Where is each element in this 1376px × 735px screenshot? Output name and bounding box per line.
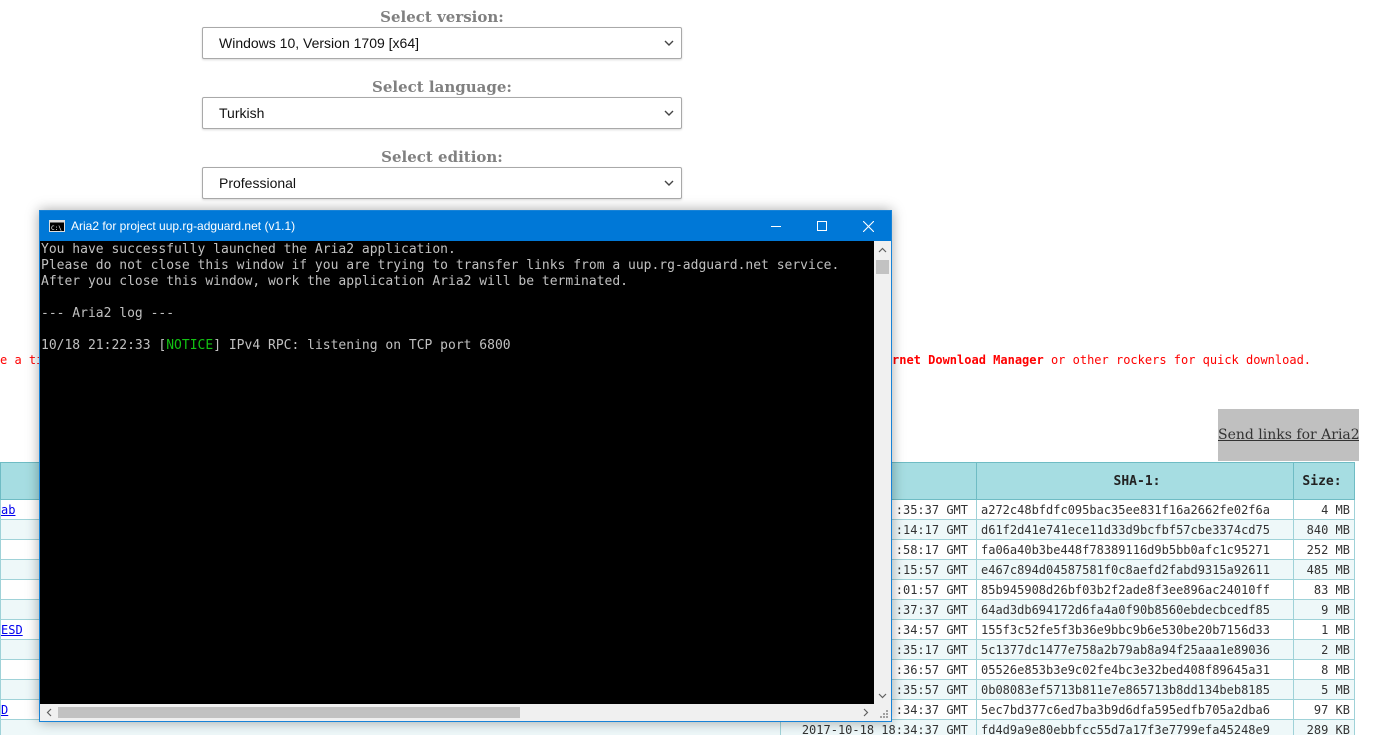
edition-select-value: Professional (219, 175, 297, 191)
size-cell: 8 MB (1293, 659, 1355, 680)
console-titlebar[interactable]: C:\ Aria2 for project uup.rg-adguard.net… (40, 211, 891, 241)
header-sha1: SHA-1: (976, 462, 1294, 500)
warning-text: rnet Download Manager or other rockers f… (892, 353, 1311, 367)
aria2-console-window: C:\ Aria2 for project uup.rg-adguard.net… (39, 210, 892, 722)
sha1-cell: 64ad3db694172d6fa4a0f90b8560ebdecbcedf85 (976, 599, 1294, 620)
chevron-up-icon (878, 247, 887, 252)
close-button[interactable] (845, 211, 891, 241)
scroll-left-button[interactable] (40, 704, 57, 721)
file-link[interactable]: ab (2, 503, 16, 517)
chevron-down-icon (664, 40, 674, 46)
edition-label: Select edition: (381, 148, 503, 166)
scroll-down-button[interactable] (874, 687, 891, 704)
size-cell: 1 MB (1293, 619, 1355, 640)
sha1-cell: fa06a40b3be448f78389116d9b5bb0afc1c95271 (976, 539, 1294, 560)
file-link[interactable]: ESD (2, 623, 23, 637)
sha1-cell: 0b08083ef5713b811e7e865713b8dd134beb8185 (976, 679, 1294, 700)
size-cell: 2 MB (1293, 639, 1355, 660)
svg-text:C:\: C:\ (51, 225, 62, 232)
console-line: Please do not close this window if you a… (41, 258, 840, 273)
log-level: NOTICE (166, 338, 214, 353)
chevron-down-icon (664, 180, 674, 186)
maximize-icon (817, 221, 827, 231)
resize-grip[interactable] (874, 704, 891, 721)
sha1-cell: 85b945908d26bf03b2f2ade8f3ee896ac24010ff (976, 579, 1294, 600)
close-icon (862, 220, 874, 232)
size-cell: 289 KB (1293, 719, 1355, 735)
vertical-scroll-thumb[interactable] (876, 260, 889, 274)
console-line: After you close this window, work the ap… (41, 274, 628, 289)
console-line: --- Aria2 log --- (41, 306, 175, 321)
horizontal-scroll-thumb[interactable] (58, 707, 520, 718)
sha1-cell: d61f2d41e741ece11d33d9bcfbf57cbe3374cd75 (976, 519, 1294, 540)
language-label: Select language: (372, 78, 512, 96)
version-label: Select version: (380, 8, 504, 26)
chevron-left-icon (46, 708, 51, 717)
size-cell: 4 MB (1293, 499, 1355, 520)
file-link[interactable]: D (2, 703, 9, 717)
warning-text-fragment: e a ti (0, 353, 40, 367)
language-select-value: Turkish (219, 105, 265, 121)
scroll-right-button[interactable] (857, 704, 874, 721)
warning-highlight: rnet Download Manager (892, 353, 1044, 367)
warning-rest: or other rockers for quick download. (1043, 353, 1312, 367)
minimize-button[interactable] (753, 211, 799, 241)
version-select[interactable]: Windows 10, Version 1709 [x64] (202, 27, 682, 59)
sha1-cell: 05526e853b3e9c02fe4bc3e32bed408f89645a31 (976, 659, 1294, 680)
log-bracket-close: ] (213, 338, 222, 353)
send-links-aria2-button[interactable]: Send links for Aria2 (1218, 409, 1359, 461)
chevron-down-icon (878, 693, 887, 698)
header-size: Size: (1293, 462, 1355, 500)
edition-select[interactable]: Professional (202, 167, 682, 199)
language-select[interactable]: Turkish (202, 97, 682, 129)
resize-grip-icon (880, 710, 888, 718)
size-cell: 485 MB (1293, 559, 1355, 580)
chevron-right-icon (863, 708, 868, 717)
chevron-down-icon (664, 110, 674, 116)
log-message: IPv4 RPC: listening on TCP port 6800 (221, 338, 511, 353)
vertical-scrollbar[interactable] (874, 241, 891, 704)
scroll-up-button[interactable] (874, 241, 891, 258)
size-cell: 83 MB (1293, 579, 1355, 600)
console-line: You have successfully launched the Aria2… (41, 242, 456, 257)
sha1-cell: e467c894d04587581f0c8aefd2fabd9315a92611 (976, 559, 1294, 580)
sha1-cell: 5ec7bd377c6ed7ba3b9d6dfa595edfb705a2dba6 (976, 699, 1294, 720)
maximize-button[interactable] (799, 211, 845, 241)
version-select-value: Windows 10, Version 1709 [x64] (219, 35, 420, 51)
size-cell: 252 MB (1293, 539, 1355, 560)
sha1-cell: 155f3c52fe5f3b36e9bbc9b6e530be20b7156d33 (976, 619, 1294, 640)
console-title: Aria2 for project uup.rg-adguard.net (v1… (71, 219, 296, 233)
size-cell: 97 KB (1293, 699, 1355, 720)
sha1-cell: 5c1377dc1477e758a2b79ab8a94f25aaa1e89036 (976, 639, 1294, 660)
horizontal-scrollbar[interactable] (40, 704, 874, 721)
console-app-icon: C:\ (49, 220, 65, 232)
console-output[interactable]: You have successfully launched the Aria2… (40, 241, 874, 704)
sha1-cell: a272c48bfdfc095bac35ee831f16a2662fe02f6a (976, 499, 1294, 520)
size-cell: 5 MB (1293, 679, 1355, 700)
size-cell: 9 MB (1293, 599, 1355, 620)
log-line: 10/18 21:22:33 [NOTICE] IPv4 RPC: listen… (41, 338, 874, 354)
minimize-icon (771, 226, 781, 227)
log-time: 10/18 21:22:33 (41, 338, 159, 353)
size-cell: 840 MB (1293, 519, 1355, 540)
sha1-cell: fd4d9a9e80ebbfcc55d7a17f3e7799efa45248e9 (976, 719, 1294, 735)
